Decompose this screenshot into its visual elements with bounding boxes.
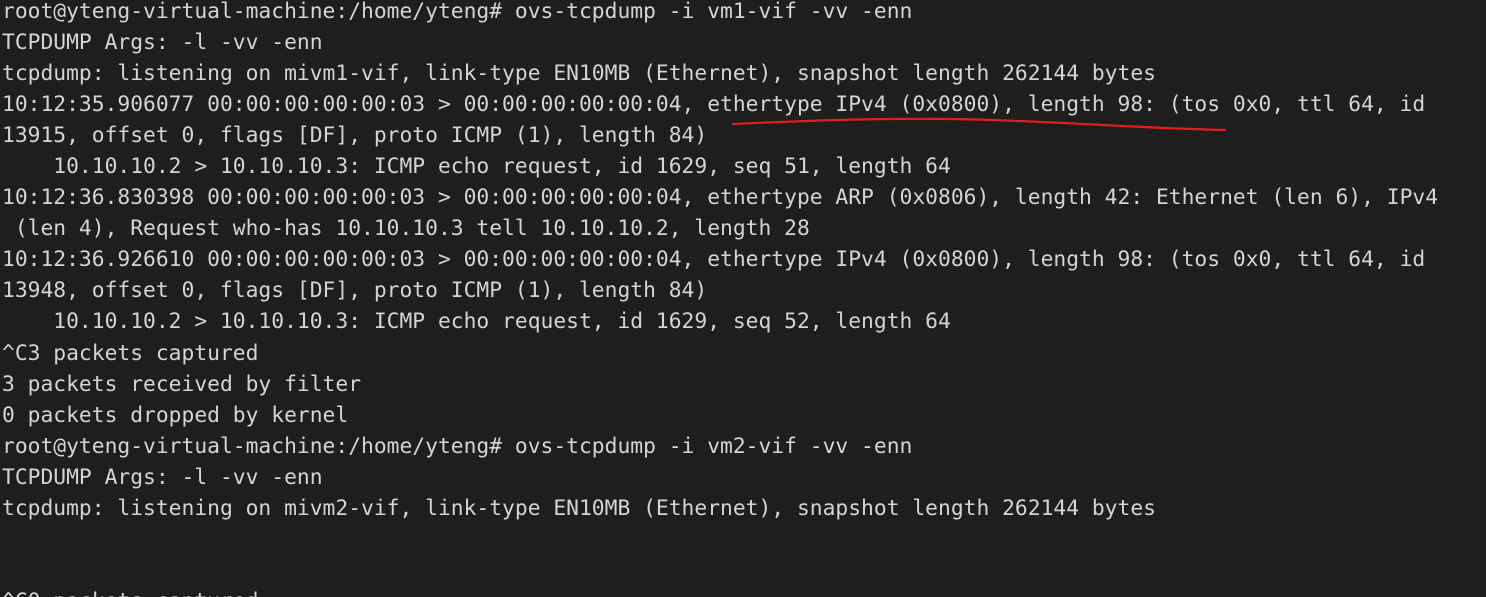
terminal-line: 10:12:35.906077 00:00:00:00:00:03 > 00:0… bbox=[2, 92, 1426, 118]
terminal-line: (len 4), Request who-has 10.10.10.3 tell… bbox=[2, 216, 810, 242]
terminal-line: TCPDUMP Args: -l -vv -enn bbox=[2, 30, 323, 56]
terminal-line: TCPDUMP Args: -l -vv -enn bbox=[2, 464, 323, 490]
terminal-line-prompt: root@yteng-virtual-machine:/home/yteng# … bbox=[2, 433, 913, 459]
terminal-line: ^C3 packets captured bbox=[2, 340, 259, 366]
terminal-line: ^C0 packets captured bbox=[2, 586, 1438, 597]
terminal-window[interactable]: root@yteng-virtual-machine:/home/yteng# … bbox=[0, 0, 1486, 597]
terminal-line: tcpdump: listening on mivm2-vif, link-ty… bbox=[2, 495, 1156, 521]
terminal-line: 3 packets received by filter bbox=[2, 371, 362, 397]
terminal-line: 10:12:36.926610 00:00:00:00:00:03 > 00:0… bbox=[2, 247, 1426, 273]
terminal-output[interactable]: root@yteng-virtual-machine:/home/yteng# … bbox=[2, 0, 1438, 597]
terminal-line: 0 packets dropped by kernel bbox=[2, 402, 349, 428]
terminal-line: 10.10.10.2 > 10.10.10.3: ICMP echo reque… bbox=[2, 309, 951, 335]
terminal-line-prompt: root@yteng-virtual-machine:/home/yteng# … bbox=[2, 0, 913, 24]
terminal-line: tcpdump: listening on mivm1-vif, link-ty… bbox=[2, 61, 1156, 87]
terminal-line: 13915, offset 0, flags [DF], proto ICMP … bbox=[2, 123, 708, 149]
terminal-line: 10.10.10.2 > 10.10.10.3: ICMP echo reque… bbox=[2, 154, 951, 180]
terminal-line: 10:12:36.830398 00:00:00:00:00:03 > 00:0… bbox=[2, 185, 1439, 211]
terminal-line: 13948, offset 0, flags [DF], proto ICMP … bbox=[2, 278, 708, 304]
